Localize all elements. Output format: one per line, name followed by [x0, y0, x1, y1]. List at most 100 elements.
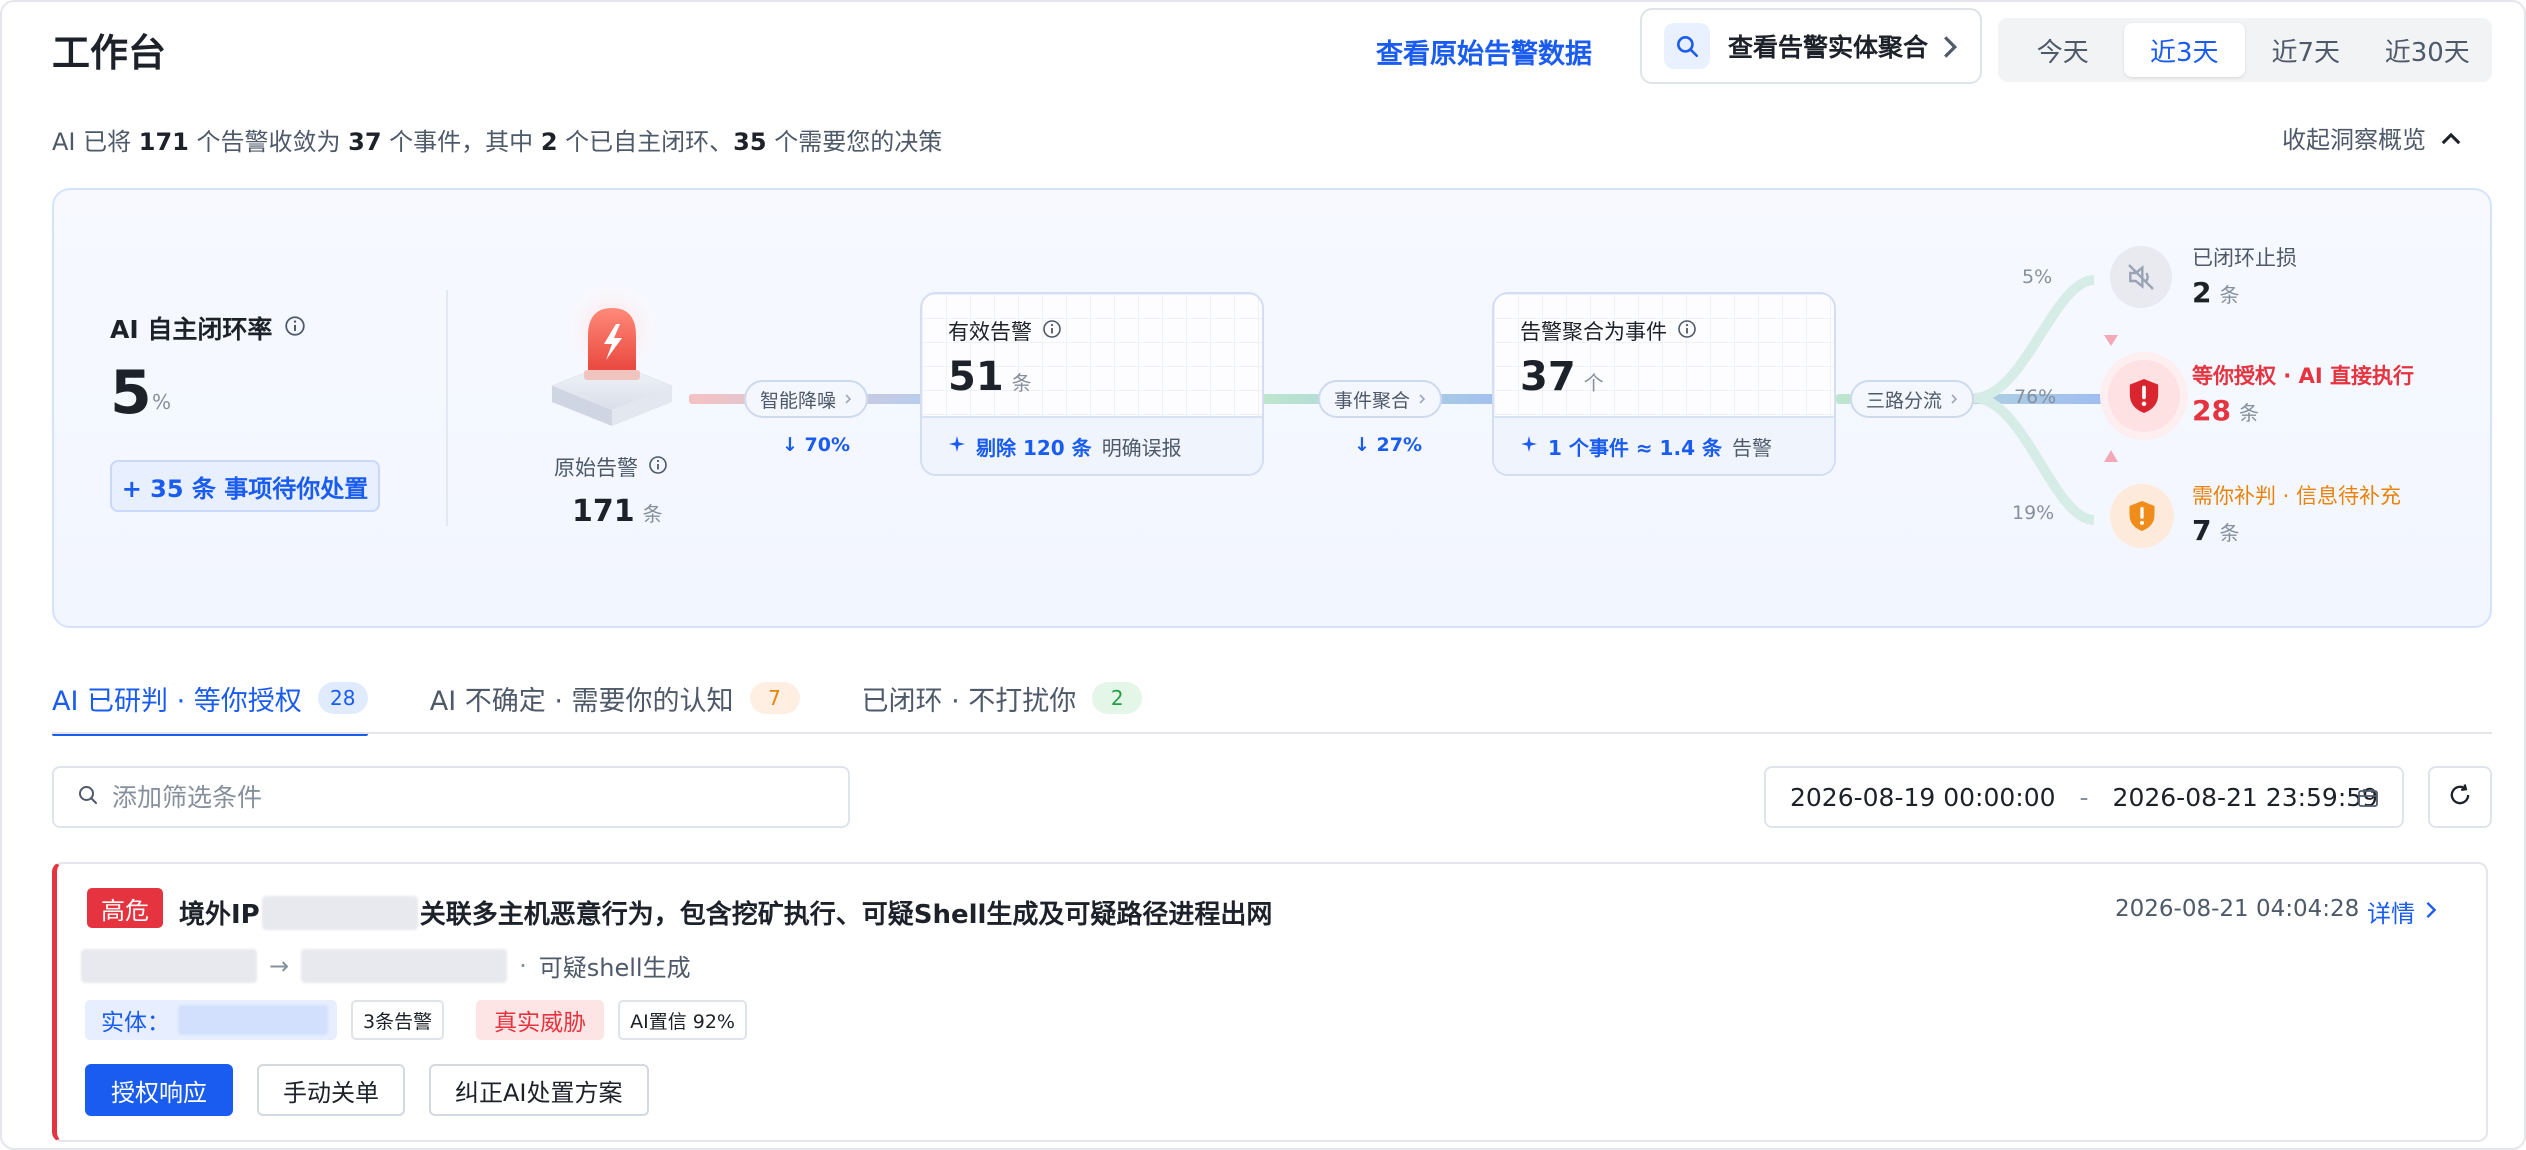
summary-decision-count: 35 [733, 128, 767, 156]
raw-alerts-count: 171 [572, 494, 635, 529]
closed-loop-rate-unit: % [152, 390, 172, 414]
collapse-overview-label: 收起洞察概览 [2282, 126, 2426, 154]
entity-label: 实体： [101, 1010, 170, 1036]
tab-label: 已闭环 · 不打扰你 [861, 685, 1077, 717]
step-noise-reduction-pct: ↓ 70% [782, 434, 851, 456]
step-noise-reduction-label: 智能降噪 [760, 389, 837, 412]
valid-alerts-label: 有效告警 [948, 320, 1032, 344]
date-range-picker[interactable]: 2026-08-19 00:00:00 - 2026-08-21 23:59:5… [1764, 766, 2404, 828]
alarm-beacon-icon [532, 278, 692, 434]
valid-alerts-unit: 条 [1011, 371, 1032, 395]
page-title: 工作台 [52, 31, 167, 75]
aggregated-events-unit: 个 [1583, 371, 1604, 395]
view-raw-alerts-link[interactable]: 查看原始告警数据 [1376, 32, 1592, 71]
outcome-closed-pct: 5% [2022, 266, 2053, 288]
alert-count-chip: 3条告警 [351, 1000, 445, 1040]
entity-chip[interactable]: 实体： [85, 1000, 337, 1040]
step-three-way-split-pill: 三路分流 [1850, 380, 1975, 418]
collapse-overview-toggle[interactable]: 收起洞察概览 [2282, 120, 2462, 155]
tab-closed[interactable]: 已闭环 · 不打扰你 2 [862, 668, 1143, 728]
step-event-aggregation-pill: 事件聚合 [1318, 380, 1443, 418]
outcome-authorize-count: 28 [2192, 394, 2231, 427]
filter-input[interactable] [112, 782, 812, 812]
pending-items-button[interactable]: + 35 条 事项待你处置 [110, 460, 380, 512]
closed-loop-rate-label: AI 自主闭环率 [110, 315, 273, 344]
outcome-judge-title: 需你补判 · 信息待补充 [2192, 484, 2402, 508]
date-start[interactable]: 2026-08-19 00:00:00 [1790, 783, 2056, 812]
search-icon [1664, 23, 1710, 69]
redacted-source [81, 948, 257, 983]
event-time: 2026-08-21 04:04:28 [2115, 896, 2360, 922]
outcome-authorize-pct: 76% [2014, 386, 2057, 408]
summary-text: 个告警收敛为 [188, 128, 349, 156]
entity-aggregation-button[interactable]: 查看告警实体聚合 [1640, 8, 1982, 84]
event-detail-label: 详情 [2367, 900, 2415, 928]
tab-label: AI 不确定 · 需要你的认知 [429, 685, 734, 717]
summary-event-count: 37 [348, 128, 382, 156]
event-title-prefix: 境外IP [179, 900, 260, 930]
time-range-segmented: 今天 近3天 近7天 近30天 [1998, 18, 2492, 82]
range-30days[interactable]: 近30天 [2367, 23, 2489, 77]
refresh-button[interactable] [2428, 766, 2492, 828]
redacted-target [301, 948, 508, 983]
closed-loop-rate-title: AI 自主闭环率 [110, 310, 306, 346]
tab-awaiting-authorization[interactable]: AI 已研判 · 等你授权 28 [52, 668, 368, 736]
path-label: 可疑shell生成 [538, 954, 691, 982]
outcome-judge-pct: 19% [2012, 502, 2055, 524]
info-icon[interactable] [284, 314, 306, 343]
valid-alerts-footer: 剔除 120 条 明确误报 [922, 416, 1262, 474]
range-today[interactable]: 今天 [2002, 23, 2124, 77]
info-icon[interactable] [1677, 319, 1697, 344]
authorize-response-button[interactable]: 授权响应 [85, 1064, 233, 1116]
outcome-judge-unit: 条 [2219, 521, 2240, 545]
date-end[interactable]: 2026-08-21 23:59:59 [2113, 783, 2379, 812]
aggregated-events-title: 告警聚合为事件 [1520, 316, 1697, 346]
valid-alerts-footnote: 明确误报 [1101, 435, 1182, 460]
event-tags: 实体： 3条告警 真实威胁 AI置信 92% [85, 1000, 747, 1040]
summary-text: 个事件，其中 [381, 128, 541, 156]
summary-text: 个需要您的决策 [766, 128, 943, 156]
raw-alerts-unit: 条 [642, 502, 663, 526]
outcome-closed-unit: 条 [2219, 283, 2240, 307]
chevron-up-icon [2440, 124, 2462, 152]
aggregated-events-footnote: 告警 [1731, 435, 1772, 460]
aggregated-events-count: 37 [1520, 354, 1576, 400]
search-icon [76, 783, 100, 811]
correct-ai-plan-button[interactable]: 纠正AI处置方案 [429, 1064, 649, 1116]
tab-count-badge: 7 [749, 682, 800, 714]
event-card[interactable]: 高危 境外IP 关联多主机恶意行为，包含挖矿执行、可疑Shell生成及可疑路径进… [52, 862, 2488, 1142]
insight-overview-panel: AI 自主闭环率 5 % + 35 条 事项待你处置 原始告警 171 条 智能… [52, 188, 2492, 628]
redacted-ip [261, 895, 418, 930]
outcome-authorize-unit: 条 [2238, 401, 2259, 425]
path-arrow: → [269, 951, 290, 980]
tab-count-badge: 2 [1092, 682, 1143, 714]
summary-text: AI 已将 [52, 128, 139, 156]
info-icon[interactable] [648, 455, 668, 480]
path-dot: · [519, 951, 527, 980]
range-7days[interactable]: 近7天 [2245, 23, 2367, 77]
valid-alerts-removed: 剔除 120 条 [976, 435, 1092, 460]
chevron-right-icon [2425, 898, 2437, 926]
chevron-right-icon [1942, 34, 1958, 64]
manual-close-button[interactable]: 手动关单 [257, 1064, 405, 1116]
aggregated-events-footer: 1 个事件 ≈ 1.4 条 告警 [1494, 416, 1834, 474]
aggregated-events-card: 告警聚合为事件 37 个 1 个事件 ≈ 1.4 条 告警 [1492, 292, 1836, 476]
valid-alerts-count: 51 [948, 354, 1004, 400]
outcome-judge-value: 7条 [2192, 514, 2239, 547]
event-detail-link[interactable]: 详情 [2367, 894, 2437, 929]
summary-closed-count: 2 [540, 128, 558, 156]
tab-uncertain[interactable]: AI 不确定 · 需要你的认知 7 [430, 668, 800, 728]
event-actions: 授权响应 手动关单 纠正AI处置方案 [85, 1064, 649, 1116]
outcome-authorize-value: 28 条 [2192, 394, 2259, 427]
valid-alerts-value: 51 条 [948, 354, 1032, 400]
range-3days[interactable]: 近3天 [2123, 23, 2245, 77]
aggregated-events-ratio: 1 个事件 ≈ 1.4 条 [1548, 435, 1722, 460]
calendar-icon[interactable] [2356, 786, 2380, 816]
event-path: → · 可疑shell生成 [81, 948, 691, 983]
shield-warning-icon [2110, 484, 2174, 548]
info-icon[interactable] [1042, 319, 1062, 344]
outcome-closed-count: 2 [2192, 276, 2212, 309]
shield-alert-icon [2108, 360, 2180, 432]
raw-alerts-value: 171 条 [572, 494, 663, 529]
chevron-right-icon [1950, 388, 1958, 410]
